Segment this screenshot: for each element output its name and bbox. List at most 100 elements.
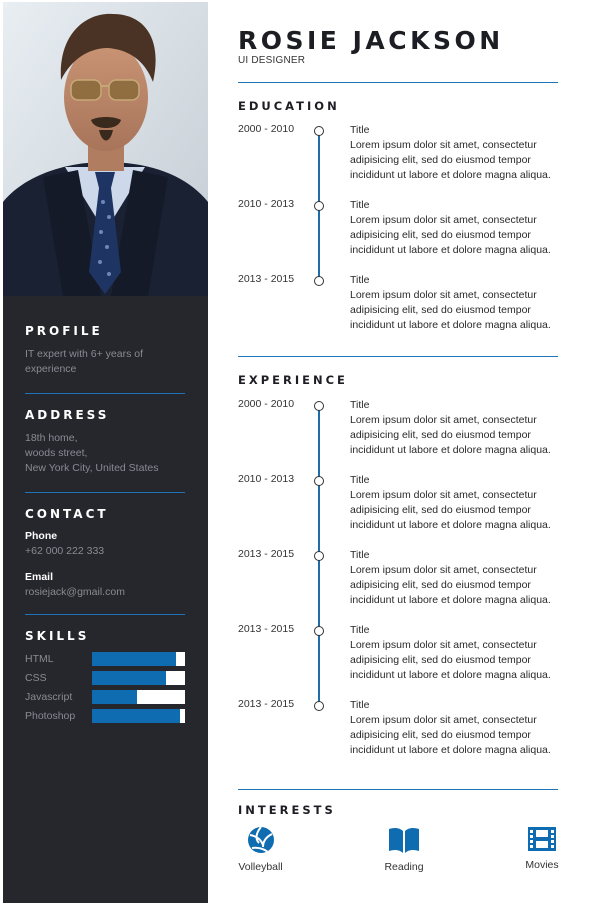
entry-title: Title	[350, 699, 370, 711]
address-block: 18th home, woods street, New York City, …	[25, 431, 185, 476]
entry-description: Lorem ipsum dolor sit amet, consectetur …	[350, 714, 551, 756]
sidebar-divider	[25, 492, 185, 493]
entry-title: Title	[350, 549, 370, 561]
entry-description: Lorem ipsum dolor sit amet, consectetur …	[350, 139, 551, 181]
skill-row: CSS	[25, 670, 185, 686]
interests-section: INTERESTS Volleyball Reading Movies	[238, 789, 559, 873]
profile-photo	[3, 2, 208, 296]
experience-timeline: 2000 - 2010 Title Lorem ipsum dolor sit …	[238, 398, 558, 773]
sidebar: PROFILE IT expert with 6+ years of exper…	[3, 2, 208, 903]
film-icon	[528, 827, 556, 851]
experience-entry: 2000 - 2010 Title Lorem ipsum dolor sit …	[238, 398, 558, 473]
education-entry: 2000 - 2010 Title Lorem ipsum dolor sit …	[238, 123, 558, 198]
entry-body: Title Lorem ipsum dolor sit amet, consec…	[350, 123, 565, 183]
entry-years: 2010 - 2013	[238, 473, 295, 485]
skill-name: Javascript	[25, 691, 73, 703]
profile-heading: PROFILE	[25, 324, 103, 338]
experience-entry: 2013 - 2015 Title Lorem ipsum dolor sit …	[238, 548, 558, 623]
section-divider	[238, 82, 558, 83]
timeline-dot	[314, 126, 324, 136]
interest-label: Movies	[525, 859, 559, 871]
entry-description: Lorem ipsum dolor sit amet, consectetur …	[350, 564, 551, 606]
skills-heading: SKILLS	[25, 629, 90, 643]
volleyball-icon	[247, 826, 274, 853]
education-entry: 2013 - 2015 Title Lorem ipsum dolor sit …	[238, 273, 558, 348]
email-label: Email	[25, 571, 54, 583]
experience-entry: 2013 - 2015 Title Lorem ipsum dolor sit …	[238, 623, 558, 698]
entry-body: Title Lorem ipsum dolor sit amet, consec…	[350, 623, 565, 683]
skill-bar-fill	[91, 671, 167, 685]
timeline-dot	[314, 276, 324, 286]
entry-body: Title Lorem ipsum dolor sit amet, consec…	[350, 398, 565, 458]
interest-label: Reading	[384, 861, 424, 873]
entry-description: Lorem ipsum dolor sit amet, consectetur …	[350, 214, 551, 256]
entry-description: Lorem ipsum dolor sit amet, consectetur …	[350, 289, 551, 331]
interest-volleyball: Volleyball	[238, 825, 283, 873]
sidebar-divider	[25, 614, 185, 615]
experience-entry: 2010 - 2013 Title Lorem ipsum dolor sit …	[238, 473, 558, 548]
skill-name: Photoshop	[25, 710, 76, 722]
entry-body: Title Lorem ipsum dolor sit amet, consec…	[350, 273, 565, 333]
interest-movies: Movies	[522, 825, 562, 871]
skills-list: HTML CSS Javascript Photoshop	[25, 651, 185, 724]
education-heading: EDUCATION	[238, 99, 340, 113]
education-timeline: 2000 - 2010 Title Lorem ipsum dolor sit …	[238, 123, 558, 348]
entry-years: 2013 - 2015	[238, 698, 295, 710]
timeline-dot	[314, 551, 324, 561]
skill-bar	[91, 652, 185, 666]
skill-row: Photoshop	[25, 708, 185, 724]
experience-heading: EXPERIENCE	[238, 373, 348, 387]
entry-title: Title	[350, 124, 370, 136]
book-icon	[389, 827, 419, 853]
skill-bar-fill	[91, 690, 138, 704]
experience-entry: 2013 - 2015 Title Lorem ipsum dolor sit …	[238, 698, 558, 773]
entry-years: 2013 - 2015	[238, 623, 295, 635]
contact-heading: CONTACT	[25, 507, 109, 521]
timeline-dot	[314, 626, 324, 636]
skill-bar	[91, 709, 185, 723]
sidebar-divider	[25, 393, 185, 394]
person-role: UI DESIGNER	[238, 55, 306, 66]
interest-reading: Reading	[384, 825, 424, 873]
skill-bar-fill	[91, 652, 176, 666]
entry-title: Title	[350, 624, 370, 636]
education-entry: 2010 - 2013 Title Lorem ipsum dolor sit …	[238, 198, 558, 273]
entry-years: 2000 - 2010	[238, 123, 295, 135]
sidebar-content: PROFILE IT expert with 6+ years of exper…	[25, 324, 185, 724]
entry-title: Title	[350, 199, 370, 211]
entry-years: 2013 - 2015	[238, 273, 295, 285]
email-value[interactable]: rosiejack@gmail.com	[25, 586, 185, 598]
entry-body: Title Lorem ipsum dolor sit amet, consec…	[350, 473, 565, 533]
address-line: 18th home,	[25, 432, 78, 444]
section-divider	[238, 789, 558, 790]
phone-value[interactable]: +62 000 222 333	[25, 545, 185, 557]
address-heading: ADDRESS	[25, 408, 110, 422]
timeline-dot	[314, 201, 324, 211]
skill-name: CSS	[25, 672, 47, 684]
skill-bar-fill	[91, 709, 181, 723]
entry-title: Title	[350, 274, 370, 286]
entry-description: Lorem ipsum dolor sit amet, consectetur …	[350, 639, 551, 681]
entry-title: Title	[350, 399, 370, 411]
timeline-dot	[314, 401, 324, 411]
person-name: ROSIE JACKSON	[238, 26, 504, 55]
address-line: woods street,	[25, 447, 88, 459]
skill-bar	[91, 671, 185, 685]
entry-body: Title Lorem ipsum dolor sit amet, consec…	[350, 198, 565, 258]
entry-years: 2000 - 2010	[238, 398, 295, 410]
profile-summary: IT expert with 6+ years of experience	[25, 348, 143, 375]
address-line: New York City, United States	[25, 462, 159, 474]
section-divider	[238, 356, 558, 357]
skill-row: Javascript	[25, 689, 185, 705]
entry-description: Lorem ipsum dolor sit amet, consectetur …	[350, 414, 551, 456]
entry-years: 2013 - 2015	[238, 548, 295, 560]
skill-name: HTML	[25, 653, 54, 665]
skill-bar	[91, 690, 185, 704]
skill-row: HTML	[25, 651, 185, 667]
entry-years: 2010 - 2013	[238, 198, 295, 210]
phone-label: Phone	[25, 530, 58, 542]
entry-body: Title Lorem ipsum dolor sit amet, consec…	[350, 548, 565, 608]
timeline-dot	[314, 701, 324, 711]
interests-heading: INTERESTS	[238, 803, 336, 817]
entry-body: Title Lorem ipsum dolor sit amet, consec…	[350, 698, 565, 758]
